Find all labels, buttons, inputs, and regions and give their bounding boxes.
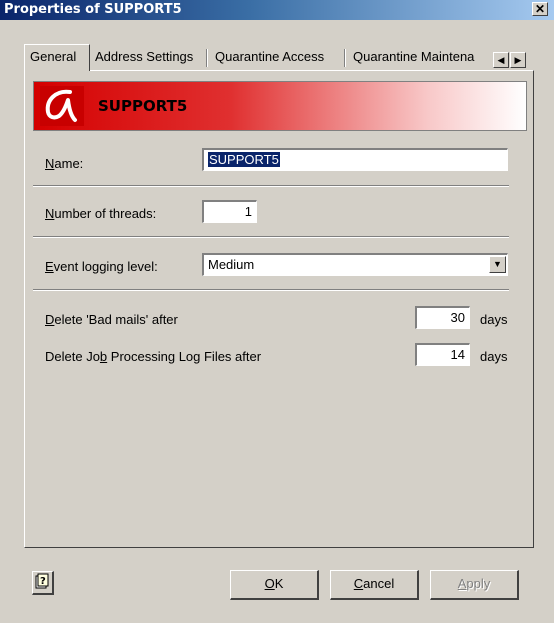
- cancel-button[interactable]: Cancel: [330, 570, 419, 600]
- name-label: Name:: [45, 156, 84, 171]
- tab-scroll-right-button[interactable]: ▶: [510, 52, 526, 68]
- avira-logo-icon: [40, 86, 84, 126]
- close-button[interactable]: ✕: [532, 2, 548, 16]
- job-log-unit: days: [480, 349, 508, 364]
- job-log-days-field[interactable]: 14: [415, 343, 470, 366]
- header-banner: SUPPORT5: [33, 81, 527, 131]
- help-button[interactable]: ?: [32, 571, 54, 595]
- logging-level-value: Medium: [208, 257, 255, 272]
- divider: [33, 236, 509, 238]
- bad-mails-unit: days: [480, 312, 508, 327]
- tab-quarantine-maintenance-label: Quarantine Maintena: [353, 49, 475, 64]
- name-field-value: SUPPORT5: [208, 152, 280, 167]
- help-icon: ?: [35, 573, 49, 589]
- chevron-down-icon[interactable]: ▼: [489, 256, 506, 273]
- title-bar[interactable]: Properties of SUPPORT5 ✕: [0, 0, 554, 20]
- tab-address-settings-label: Address Settings: [95, 49, 194, 64]
- banner-server-name: SUPPORT5: [98, 97, 188, 115]
- bad-mails-label: Delete 'Bad mails' after: [45, 312, 178, 327]
- tab-quarantine-maintenance[interactable]: Quarantine Maintena: [348, 45, 479, 69]
- apply-button[interactable]: Apply: [430, 570, 519, 600]
- arrow-left-icon: ◀: [497, 55, 505, 65]
- job-log-label: Delete Job Processing Log Files after: [45, 349, 262, 364]
- logging-level-select[interactable]: Medium ▼: [202, 253, 508, 276]
- bad-mails-days-field[interactable]: 30: [415, 306, 470, 329]
- tab-separator: [344, 49, 346, 67]
- threads-label: Number of threads:: [45, 206, 157, 221]
- tab-scroll-left-button[interactable]: ◀: [493, 52, 509, 68]
- ok-button[interactable]: OK: [230, 570, 319, 600]
- logging-label: Event logging level:: [45, 259, 158, 274]
- threads-field[interactable]: 1: [202, 200, 257, 223]
- name-field[interactable]: SUPPORT5: [202, 148, 508, 171]
- tab-quarantine-access[interactable]: Quarantine Access: [210, 45, 329, 69]
- tab-separator: [206, 49, 208, 67]
- window-title: Properties of SUPPORT5: [4, 2, 182, 17]
- tab-general-label: General: [30, 49, 77, 64]
- svg-text:?: ?: [40, 576, 46, 587]
- divider: [33, 289, 509, 291]
- tab-general[interactable]: General: [24, 44, 90, 71]
- tab-address-settings[interactable]: Address Settings: [90, 45, 198, 69]
- tab-quarantine-access-label: Quarantine Access: [215, 49, 325, 64]
- properties-dialog: Properties of SUPPORT5 ✕ General Address…: [0, 0, 554, 623]
- arrow-right-icon: ▶: [514, 55, 522, 65]
- divider: [33, 185, 509, 187]
- close-icon: ✕: [534, 2, 546, 16]
